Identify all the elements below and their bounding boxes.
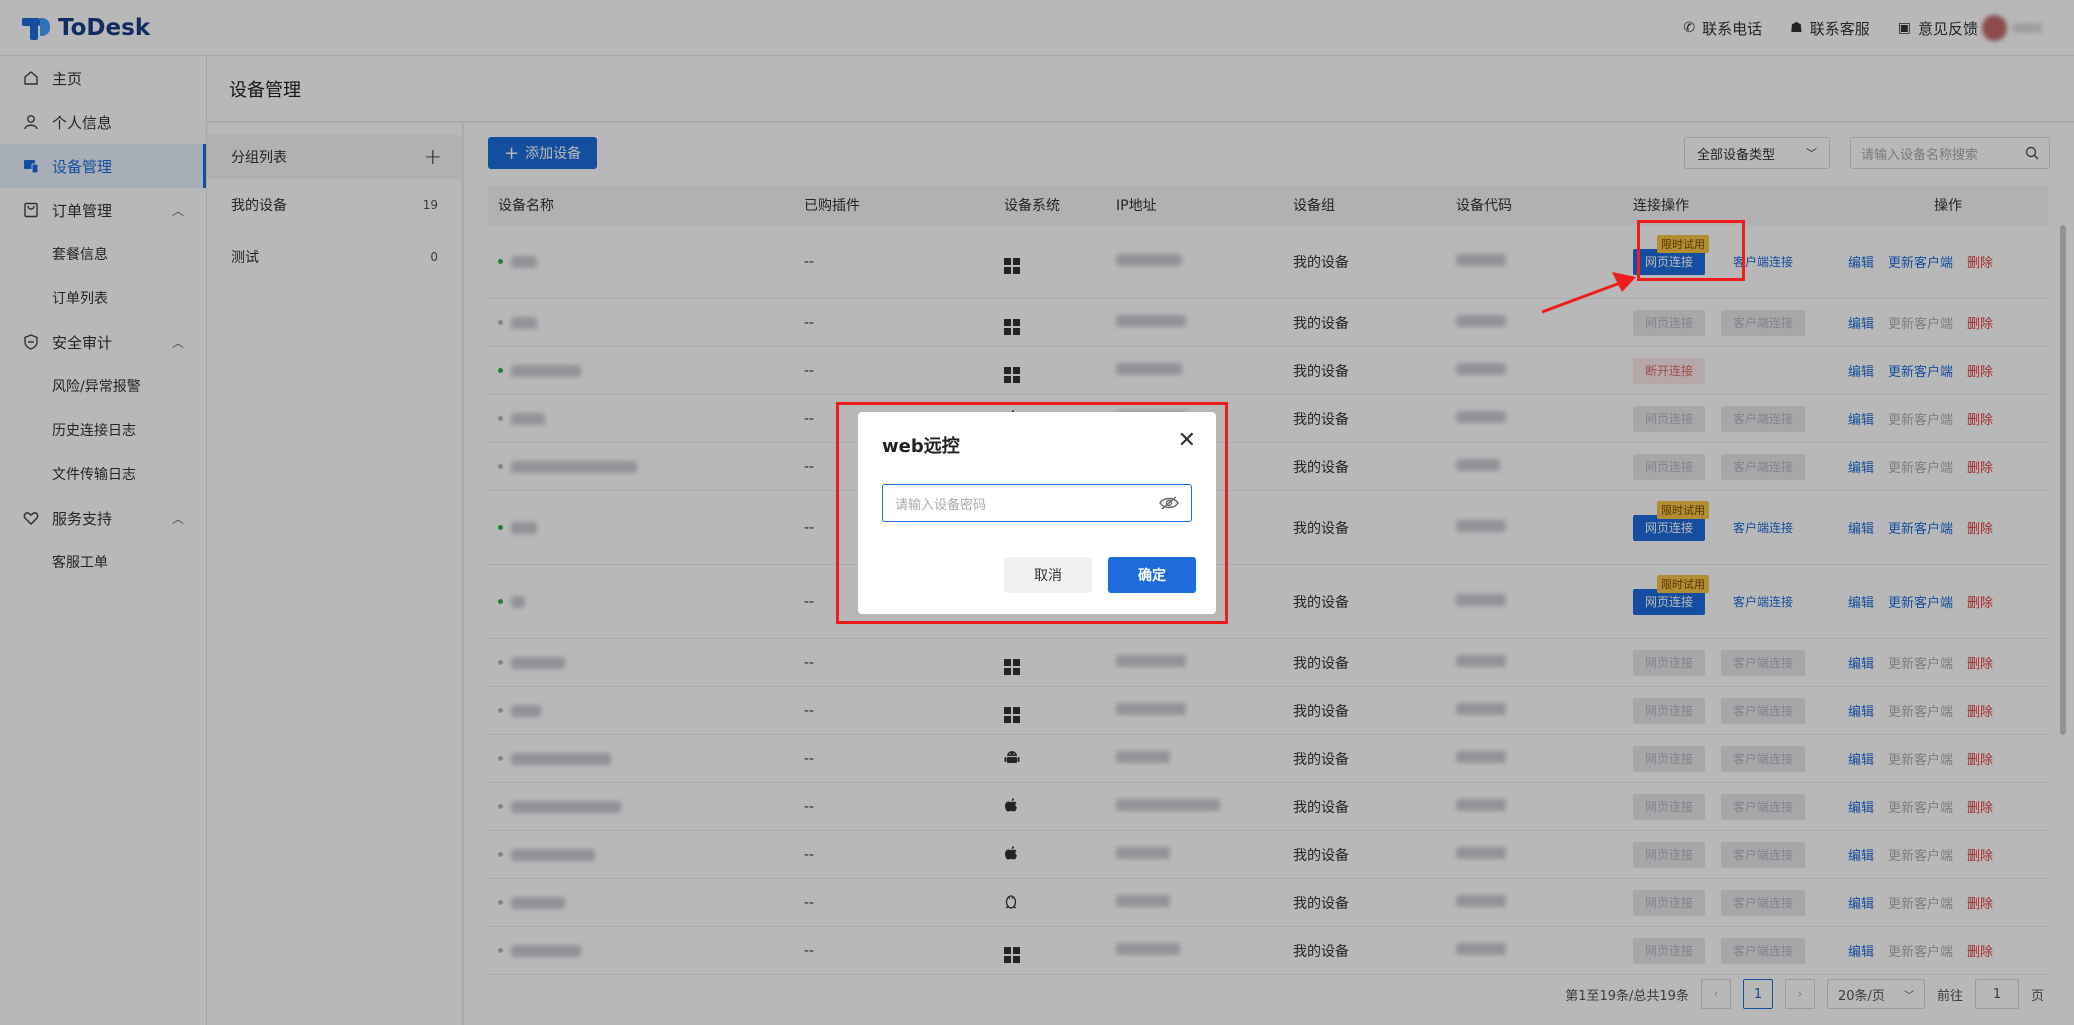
confirm-button[interactable]: 确定 bbox=[1108, 557, 1196, 593]
device-password-input[interactable]: 请输入设备密码 bbox=[882, 484, 1192, 522]
dialog-title: web远控 bbox=[882, 436, 960, 457]
cancel-button[interactable]: 取消 bbox=[1004, 557, 1092, 593]
eye-hidden-icon[interactable] bbox=[1159, 496, 1179, 510]
close-icon[interactable]: ✕ bbox=[1178, 428, 1196, 453]
password-placeholder: 请输入设备密码 bbox=[895, 497, 987, 513]
web-remote-dialog: web远控 ✕ 请输入设备密码 取消 确定 bbox=[858, 412, 1216, 614]
highlight-box-web-connect bbox=[1637, 220, 1745, 281]
